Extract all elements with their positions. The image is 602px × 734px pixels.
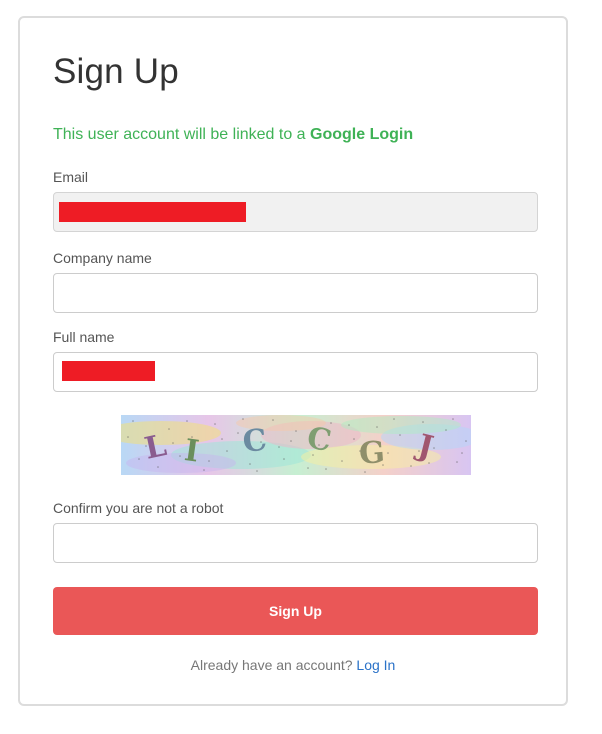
email-redaction	[59, 202, 246, 222]
full-name-redaction	[62, 361, 155, 381]
sign-up-button[interactable]: Sign Up	[53, 587, 538, 635]
captcha-answer-field[interactable]	[53, 523, 538, 563]
full-name-label: Full name	[53, 329, 115, 345]
email-label: Email	[53, 169, 89, 185]
robot-check-label: Confirm you are not a robot	[53, 500, 224, 516]
captcha-char: G	[358, 435, 386, 472]
captcha-image: L I C C G J	[121, 415, 471, 475]
login-prompt: Already have an account? Log In	[20, 657, 566, 673]
login-prompt-text: Already have an account?	[190, 657, 353, 673]
linked-account-text: This user account will be linked to a	[53, 126, 306, 143]
linked-provider: Google Login	[310, 126, 414, 143]
captcha-char: C	[241, 423, 268, 460]
linked-account-notice: This user account will be linked to a Go…	[53, 126, 413, 144]
company-name-label: Company name	[53, 250, 152, 266]
signup-card: Sign Up This user account will be linked…	[18, 16, 568, 706]
company-name-field[interactable]	[53, 273, 538, 313]
page-title: Sign Up	[53, 52, 179, 91]
login-link[interactable]: Log In	[356, 657, 395, 673]
